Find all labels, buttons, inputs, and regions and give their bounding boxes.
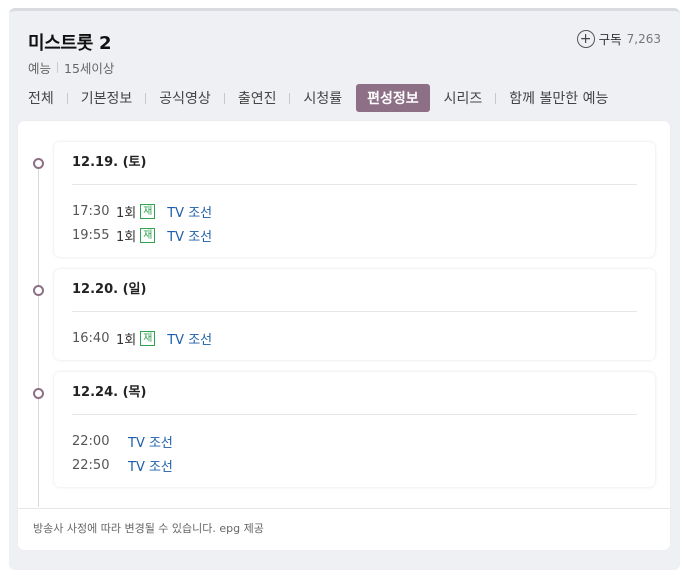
slot-time: 16:40 [72,330,110,346]
tab-ratings[interactable]: 시청률 [293,84,352,112]
slot-episode: 1회 [116,229,137,245]
schedule-date: 12.24. (목) [72,372,637,415]
slot-episode: 1회 [116,332,137,348]
channel-link[interactable]: TV 조선 [128,432,173,451]
tab-basic-info[interactable]: 기본정보 [71,84,143,112]
program-card: 미스트롯 2 예능 15세이상 + 구독 7,263 전체 기본정보 공식영상 … [9,8,680,570]
tab-official-video[interactable]: 공식영상 [149,84,221,112]
schedule-slot: 22:00 TV 조선 [72,429,637,453]
timeline-line [38,161,39,507]
slot-time: 22:50 [72,457,110,473]
schedule-slot: 22:50 TV 조선 [72,453,637,477]
channel-link[interactable]: TV 조선 [167,202,212,221]
tab-divider [223,92,225,104]
schedule-panel: 12.19. (토) 17:30 1회 재 TV 조선 19:55 1회 재 T… [18,121,670,550]
slot-time: 17:30 [72,203,110,219]
subscribe-button[interactable]: + 구독 7,263 [576,29,661,48]
tab-divider [66,92,68,104]
schedule-day: 12.20. (일) 16:40 1회 재 TV 조선 [54,269,655,360]
program-tabs: 전체 기본정보 공식영상 출연진 시청률 편성정보 시리즈 함께 볼만한 예능 [26,84,618,112]
channel-link[interactable]: TV 조선 [167,226,212,245]
schedule-date: 12.20. (일) [72,269,637,312]
tab-recommended[interactable]: 함께 볼만한 예능 [499,84,618,112]
channel-link[interactable]: TV 조선 [167,329,212,348]
slot-time: 19:55 [72,227,110,243]
subscribe-label: 구독 [598,32,622,47]
schedule-slot: 16:40 1회 재 TV 조선 [72,326,637,350]
tab-schedule[interactable]: 편성정보 [356,84,430,112]
tab-divider [145,92,147,104]
timeline-dot [33,158,44,169]
program-title: 미스트롯 2 [28,33,112,54]
schedule-slot: 19:55 1회 재 TV 조선 [72,223,637,247]
subscriber-count: 7,263 [626,31,661,46]
program-rating: 15세이상 [64,61,115,76]
program-genre: 예능 [28,61,52,76]
rerun-badge: 재 [140,203,156,219]
plus-circle-icon: + [576,29,595,48]
channel-link[interactable]: TV 조선 [128,456,173,475]
schedule-date: 12.19. (토) [72,142,637,185]
slot-time: 22:00 [72,433,110,449]
tab-cast[interactable]: 출연진 [228,84,287,112]
schedule-day: 12.19. (토) 17:30 1회 재 TV 조선 19:55 1회 재 T… [54,142,655,257]
tab-series[interactable]: 시리즈 [434,84,493,112]
schedule-slot: 17:30 1회 재 TV 조선 [72,199,637,223]
timeline-dot [33,388,44,399]
tab-all[interactable]: 전체 [26,84,64,112]
program-meta: 예능 15세이상 [28,58,114,77]
rerun-badge: 재 [140,227,156,243]
tab-divider [495,92,497,104]
schedule-day: 12.24. (목) 22:00 TV 조선 22:50 TV 조선 [54,372,655,487]
slot-episode: 1회 [116,205,137,221]
timeline-dot [33,285,44,296]
schedule-notice: 방송사 사정에 따라 변경될 수 있습니다. epg 제공 [18,508,670,550]
rerun-badge: 재 [140,330,156,346]
tab-divider [289,92,291,104]
meta-divider [57,62,59,73]
